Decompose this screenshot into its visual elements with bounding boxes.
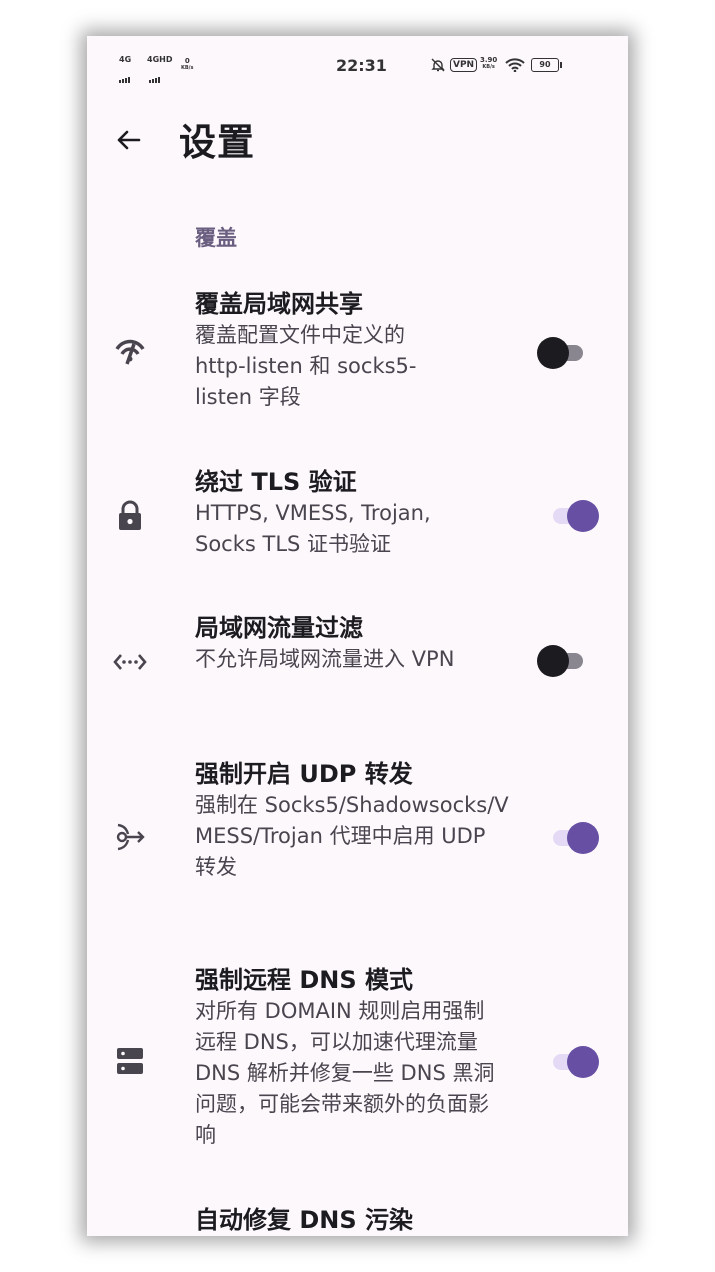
- network-type-1: 4G: [119, 55, 132, 64]
- status-bar: 4G 4GHD 0 KB/s 22:31 VPN 3.90 KB/s 90: [87, 36, 628, 96]
- setting-row-override-lan-share[interactable]: 覆盖局域网共享 覆盖配置文件中定义的 http-listen 和 socks5-…: [87, 284, 628, 424]
- switch-thumb: [537, 337, 569, 369]
- setting-description: 不允许局域网流量进入 VPN: [195, 647, 455, 671]
- vpn-badge: VPN: [450, 58, 478, 72]
- wifi-icon: [505, 58, 525, 72]
- setting-description: HTTPS, VMESS, Trojan, Socks TLS 证书验证: [195, 501, 431, 556]
- setting-row-force-remote-dns[interactable]: 强制远程 DNS 模式 对所有 DOMAIN 规则启用强制远程 DNS，可以加速…: [87, 950, 628, 1160]
- setting-row-auto-fix-dns[interactable]: 自动修复 DNS 污染: [87, 1200, 628, 1236]
- battery-icon: 90: [531, 58, 559, 72]
- phone-screen: 4G 4GHD 0 KB/s 22:31 VPN 3.90 KB/s 90 设置…: [87, 36, 628, 1236]
- switch-thumb: [567, 500, 599, 532]
- mute-icon: [431, 58, 445, 72]
- bypass-tls-switch[interactable]: [547, 500, 599, 532]
- net-speed-right-unit: KB/s: [482, 64, 495, 70]
- setting-title: 覆盖局域网共享: [195, 290, 363, 318]
- battery-cap: [560, 62, 562, 68]
- setting-title: 绕过 TLS 验证: [195, 468, 357, 496]
- setting-title: 强制开启 UDP 转发: [195, 760, 413, 788]
- clock: 22:31: [336, 56, 387, 75]
- network-type-2: 4GHD: [147, 55, 173, 64]
- setting-row-bypass-tls[interactable]: 绕过 TLS 验证 HTTPS, VMESS, Trojan, Socks TL…: [87, 460, 628, 570]
- force-remote-dns-switch[interactable]: [547, 1046, 599, 1078]
- setting-description: 强制在 Socks5/Shadowsocks/VMESS/Trojan 代理中启…: [195, 793, 509, 879]
- lan-filter-icon: [113, 654, 147, 670]
- setting-text: 强制开启 UDP 转发 强制在 Socks5/Shadowsocks/VMESS…: [195, 758, 515, 883]
- setting-title: 局域网流量过滤: [195, 614, 363, 642]
- setting-description: 覆盖配置文件中定义的 http-listen 和 socks5-listen 字…: [195, 323, 417, 409]
- switch-thumb: [537, 645, 569, 677]
- setting-row-lan-filter[interactable]: 局域网流量过滤 不允许局域网流量进入 VPN: [87, 608, 628, 718]
- setting-title: 强制远程 DNS 模式: [195, 966, 414, 994]
- dns-server-icon: [117, 1048, 143, 1074]
- signal-1-icon: [119, 64, 131, 83]
- override-lan-share-switch[interactable]: [537, 337, 589, 369]
- net-speed-right-value: 3.90: [480, 56, 498, 64]
- switch-thumb: [567, 822, 599, 854]
- section-header: 覆盖: [195, 226, 237, 250]
- wifi-tethering-icon: [115, 339, 145, 365]
- net-speed-right: 3.90 KB/s: [480, 57, 497, 71]
- setting-text: 自动修复 DNS 污染: [195, 1204, 515, 1236]
- udp-forward-icon: [116, 823, 145, 851]
- setting-row-force-udp[interactable]: 强制开启 UDP 转发 强制在 Socks5/Shadowsocks/VMESS…: [87, 754, 628, 924]
- setting-text: 局域网流量过滤 不允许局域网流量进入 VPN: [195, 612, 495, 675]
- setting-text: 强制远程 DNS 模式 对所有 DOMAIN 规则启用强制远程 DNS，可以加速…: [195, 964, 515, 1151]
- setting-description: 对所有 DOMAIN 规则启用强制远程 DNS，可以加速代理流量 DNS 解析并…: [195, 999, 495, 1147]
- setting-text: 覆盖局域网共享 覆盖配置文件中定义的 http-listen 和 socks5-…: [195, 288, 515, 413]
- net-speed-left-unit: KB/s: [181, 65, 194, 71]
- lock-icon: [119, 500, 141, 530]
- net-speed-left: 0 KB/s: [181, 58, 194, 72]
- battery-level: 90: [539, 60, 551, 69]
- signal-2-icon: [149, 64, 161, 83]
- setting-title: 自动修复 DNS 污染: [195, 1206, 414, 1234]
- page-title: 设置: [179, 121, 255, 164]
- force-udp-switch[interactable]: [547, 822, 599, 854]
- setting-text: 绕过 TLS 验证 HTTPS, VMESS, Trojan, Socks TL…: [195, 466, 495, 560]
- back-arrow-icon[interactable]: [109, 120, 149, 160]
- switch-thumb: [567, 1046, 599, 1078]
- lan-filter-switch[interactable]: [537, 645, 589, 677]
- net-speed-left-value: 0: [184, 57, 190, 65]
